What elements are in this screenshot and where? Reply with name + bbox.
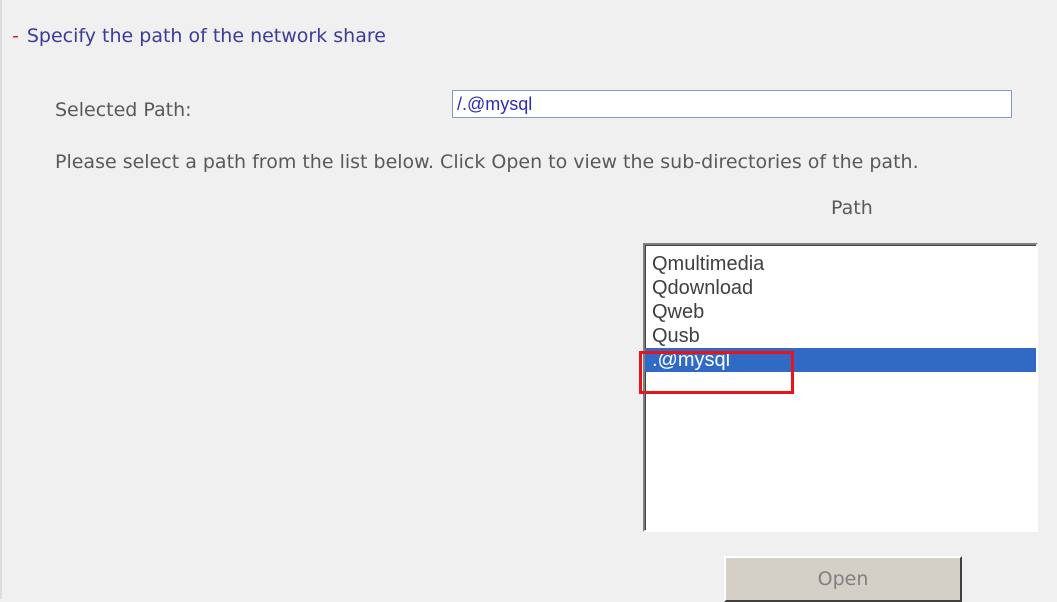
instructions-text: Please select a path from the list below… xyxy=(55,151,919,173)
section-title: Specify the path of the network share xyxy=(26,25,386,47)
section-header: - Specify the path of the network share xyxy=(12,25,386,47)
path-list-item[interactable]: Qdownload xyxy=(645,276,1036,300)
path-column-header: Path xyxy=(831,197,873,219)
path-listbox[interactable]: Qmultimedia Qdownload Qweb Qusb .@mysql xyxy=(643,243,1038,532)
open-button[interactable]: Open xyxy=(724,556,962,602)
left-border xyxy=(0,0,2,599)
section-bullet: - xyxy=(12,25,19,47)
path-list-item[interactable]: Qweb xyxy=(645,300,1036,324)
path-list-items: Qmultimedia Qdownload Qweb Qusb .@mysql xyxy=(645,245,1036,372)
path-list-item[interactable]: Qmultimedia xyxy=(645,252,1036,276)
selected-path-label: Selected Path: xyxy=(55,99,192,121)
path-list-item[interactable]: Qusb xyxy=(645,324,1036,348)
path-list-item[interactable]: .@mysql xyxy=(645,348,1036,372)
selected-path-input[interactable] xyxy=(452,90,1012,118)
